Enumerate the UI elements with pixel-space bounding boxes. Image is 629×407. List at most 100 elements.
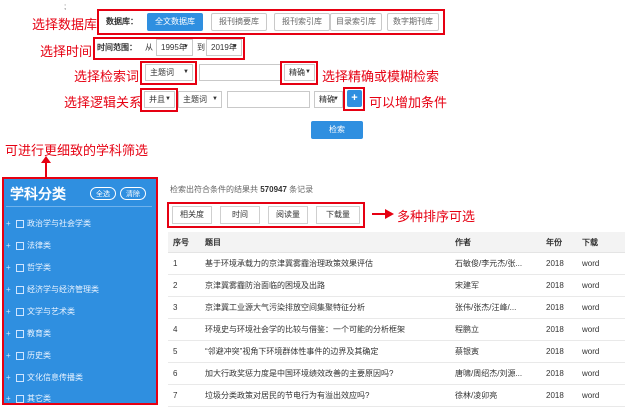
sort-relevance-button[interactable]: 相关度 <box>172 206 212 224</box>
db-option-fulltext[interactable]: 全文数据库 <box>147 13 203 31</box>
time-from-select[interactable]: 1995年 ▼ <box>156 39 193 56</box>
header-author: 作者 <box>450 232 541 253</box>
checkbox[interactable] <box>16 241 24 250</box>
condition2-keyword-input[interactable] <box>227 91 310 108</box>
row-download-link[interactable]: word <box>577 318 625 341</box>
checkbox[interactable] <box>16 307 24 316</box>
sidebar-item-label: 哲学类 <box>27 263 51 272</box>
row-index: 3 <box>168 296 200 319</box>
expand-icon[interactable]: + <box>6 263 16 272</box>
sidebar-item-label: 教育类 <box>27 329 51 338</box>
annotation-subject-filter: 可进行更细致的学科筛选 <box>5 143 149 158</box>
table-row[interactable]: 5 “邻避冲突”视角下环境群体性事件的边界及其确定 蔡银寅 2018 word <box>168 340 625 363</box>
checkbox[interactable] <box>16 263 24 272</box>
clear-button[interactable]: 清除 <box>120 187 146 200</box>
table-row[interactable]: 3 京津冀工业源大气污染排放空间集聚特征分析 张伟/张杰/汪峰/... 2018… <box>168 296 625 319</box>
sidebar-item-philosophy[interactable]: + 哲学类 <box>6 262 51 273</box>
sidebar-item-education[interactable]: + 教育类 <box>6 328 51 339</box>
annotation-add-condition: 可以增加条件 <box>369 95 448 110</box>
condition2-match-select[interactable]: 精确 ▼ <box>314 91 343 108</box>
table-row[interactable]: 7 垃圾分类政策对居民的节电行为有溢出效应吗? 徐林/凌卯亮 2018 word <box>168 384 625 407</box>
row-author: 宋建军 <box>450 274 541 297</box>
sidebar-item-other[interactable]: + 其它类 <box>6 393 51 404</box>
sort-reads-button[interactable]: 阅读量 <box>268 206 308 224</box>
row-author: 石敏俊/李元杰/张... <box>450 252 541 275</box>
checkbox[interactable] <box>16 285 24 294</box>
db-option-catalog[interactable]: 目录索引库 <box>330 13 382 31</box>
table-row[interactable]: 6 加大行政奖惩力度是中国环境绩效改善的主要原因吗? 唐啸/周绍杰/刘源... … <box>168 362 625 385</box>
row-title-link[interactable]: 环境史与环境社会学的比较与借鉴：一个可能的分析框架 <box>200 318 450 341</box>
condition2-logic-select[interactable]: 并且 ▼ <box>144 91 175 108</box>
expand-icon[interactable]: + <box>6 307 16 316</box>
checkbox[interactable] <box>16 394 24 403</box>
sidebar-item-law[interactable]: + 法律类 <box>6 240 51 251</box>
row-title-link[interactable]: 京津冀雾霾防治面临的困境及出路 <box>200 274 450 297</box>
checkbox[interactable] <box>16 219 24 228</box>
table-row[interactable]: 1 基于环境承载力的京津冀雾霾治理政策效果评估 石敏俊/李元杰/张... 201… <box>168 252 625 275</box>
db-option-index[interactable]: 报刊索引库 <box>274 13 330 31</box>
row-download-link[interactable]: word <box>577 362 625 385</box>
expand-icon[interactable]: + <box>6 329 16 338</box>
sidebar-item-label: 法律类 <box>27 241 51 250</box>
result-summary-prefix: 检索出符合条件的结果共 <box>170 185 258 194</box>
expand-icon[interactable]: + <box>6 351 16 360</box>
row-download-link[interactable]: word <box>577 274 625 297</box>
result-summary: 检索出符合条件的结果共 570947 条记录 <box>170 184 313 195</box>
sidebar-item-economics[interactable]: + 经济学与经济管理类 <box>6 284 99 295</box>
expand-icon[interactable]: + <box>6 394 16 403</box>
row-author: 唐啸/周绍杰/刘源... <box>450 362 541 385</box>
annotation-sort: 多种排序可选 <box>397 209 476 224</box>
sort-downloads-button[interactable]: 下载量 <box>316 206 360 224</box>
header-title: 题目 <box>200 232 450 253</box>
row-author: 蔡银寅 <box>450 340 541 363</box>
table-row[interactable]: 4 环境史与环境社会学的比较与借鉴：一个可能的分析框架 程鹏立 2018 wor… <box>168 318 625 341</box>
expand-icon[interactable]: + <box>6 219 16 228</box>
select-all-button[interactable]: 全选 <box>90 187 116 200</box>
condition1-match-select[interactable]: 精确 ▼ <box>284 64 315 81</box>
annotation-select-match: 选择精确或模糊检索 <box>322 69 440 84</box>
row-download-link[interactable]: word <box>577 252 625 275</box>
row-title-link[interactable]: 加大行政奖惩力度是中国环境绩效改善的主要原因吗? <box>200 362 450 385</box>
sidebar-item-history[interactable]: + 历史类 <box>6 350 51 361</box>
condition1-keyword-input[interactable] <box>199 64 281 81</box>
time-to-select[interactable]: 2019年 ▼ <box>206 39 242 56</box>
checkbox[interactable] <box>16 329 24 338</box>
sidebar-item-label: 历史类 <box>27 351 51 360</box>
result-summary-suffix: 条记录 <box>289 185 314 194</box>
row-title-link[interactable]: 京津冀工业源大气污染排放空间集聚特征分析 <box>200 296 450 319</box>
row-download-link[interactable]: word <box>577 384 625 407</box>
condition2-field-select[interactable]: 主题词 ▼ <box>178 91 222 108</box>
checkbox[interactable] <box>16 351 24 360</box>
chevron-down-icon: ▼ <box>183 69 189 75</box>
table-row[interactable]: 2 京津冀雾霾防治面临的困境及出路 宋建军 2018 word <box>168 274 625 297</box>
sidebar-item-literature[interactable]: + 文学与艺术类 <box>6 306 75 317</box>
db-option-digital[interactable]: 数字期刊库 <box>387 13 439 31</box>
row-download-link[interactable]: word <box>577 340 625 363</box>
header-index: 序号 <box>168 232 200 253</box>
row-author: 程鹏立 <box>450 318 541 341</box>
row-title-link[interactable]: “邻避冲突”视角下环境群体性事件的边界及其确定 <box>200 340 450 363</box>
chevron-down-icon: ▼ <box>232 44 238 50</box>
row-year: 2018 <box>541 252 577 275</box>
db-option-abstract[interactable]: 报刊摘要库 <box>211 13 267 31</box>
row-year: 2018 <box>541 362 577 385</box>
expand-icon[interactable]: + <box>6 241 16 250</box>
checkbox[interactable] <box>16 373 24 382</box>
row-year: 2018 <box>541 340 577 363</box>
search-button[interactable]: 检索 <box>311 121 363 139</box>
add-condition-button[interactable]: + <box>347 90 362 107</box>
header-download: 下载 <box>577 232 625 253</box>
expand-icon[interactable]: + <box>6 373 16 382</box>
sidebar-item-politics[interactable]: + 政治学与社会学类 <box>6 218 91 229</box>
sidebar-item-label: 经济学与经济管理类 <box>27 285 99 294</box>
condition1-field-value: 主题词 <box>150 68 174 77</box>
sort-time-button[interactable]: 时间 <box>220 206 260 224</box>
row-title-link[interactable]: 基于环境承载力的京津冀雾霾治理政策效果评估 <box>200 252 450 275</box>
row-download-link[interactable]: word <box>577 296 625 319</box>
sidebar-item-media[interactable]: + 文化信息传播类 <box>6 372 83 383</box>
chevron-down-icon: ▼ <box>165 96 171 102</box>
expand-icon[interactable]: + <box>6 285 16 294</box>
row-title-link[interactable]: 垃圾分类政策对居民的节电行为有溢出效应吗? <box>200 384 450 407</box>
condition1-field-select[interactable]: 主题词 ▼ <box>145 64 193 81</box>
database-label: 数据库： <box>106 17 138 26</box>
